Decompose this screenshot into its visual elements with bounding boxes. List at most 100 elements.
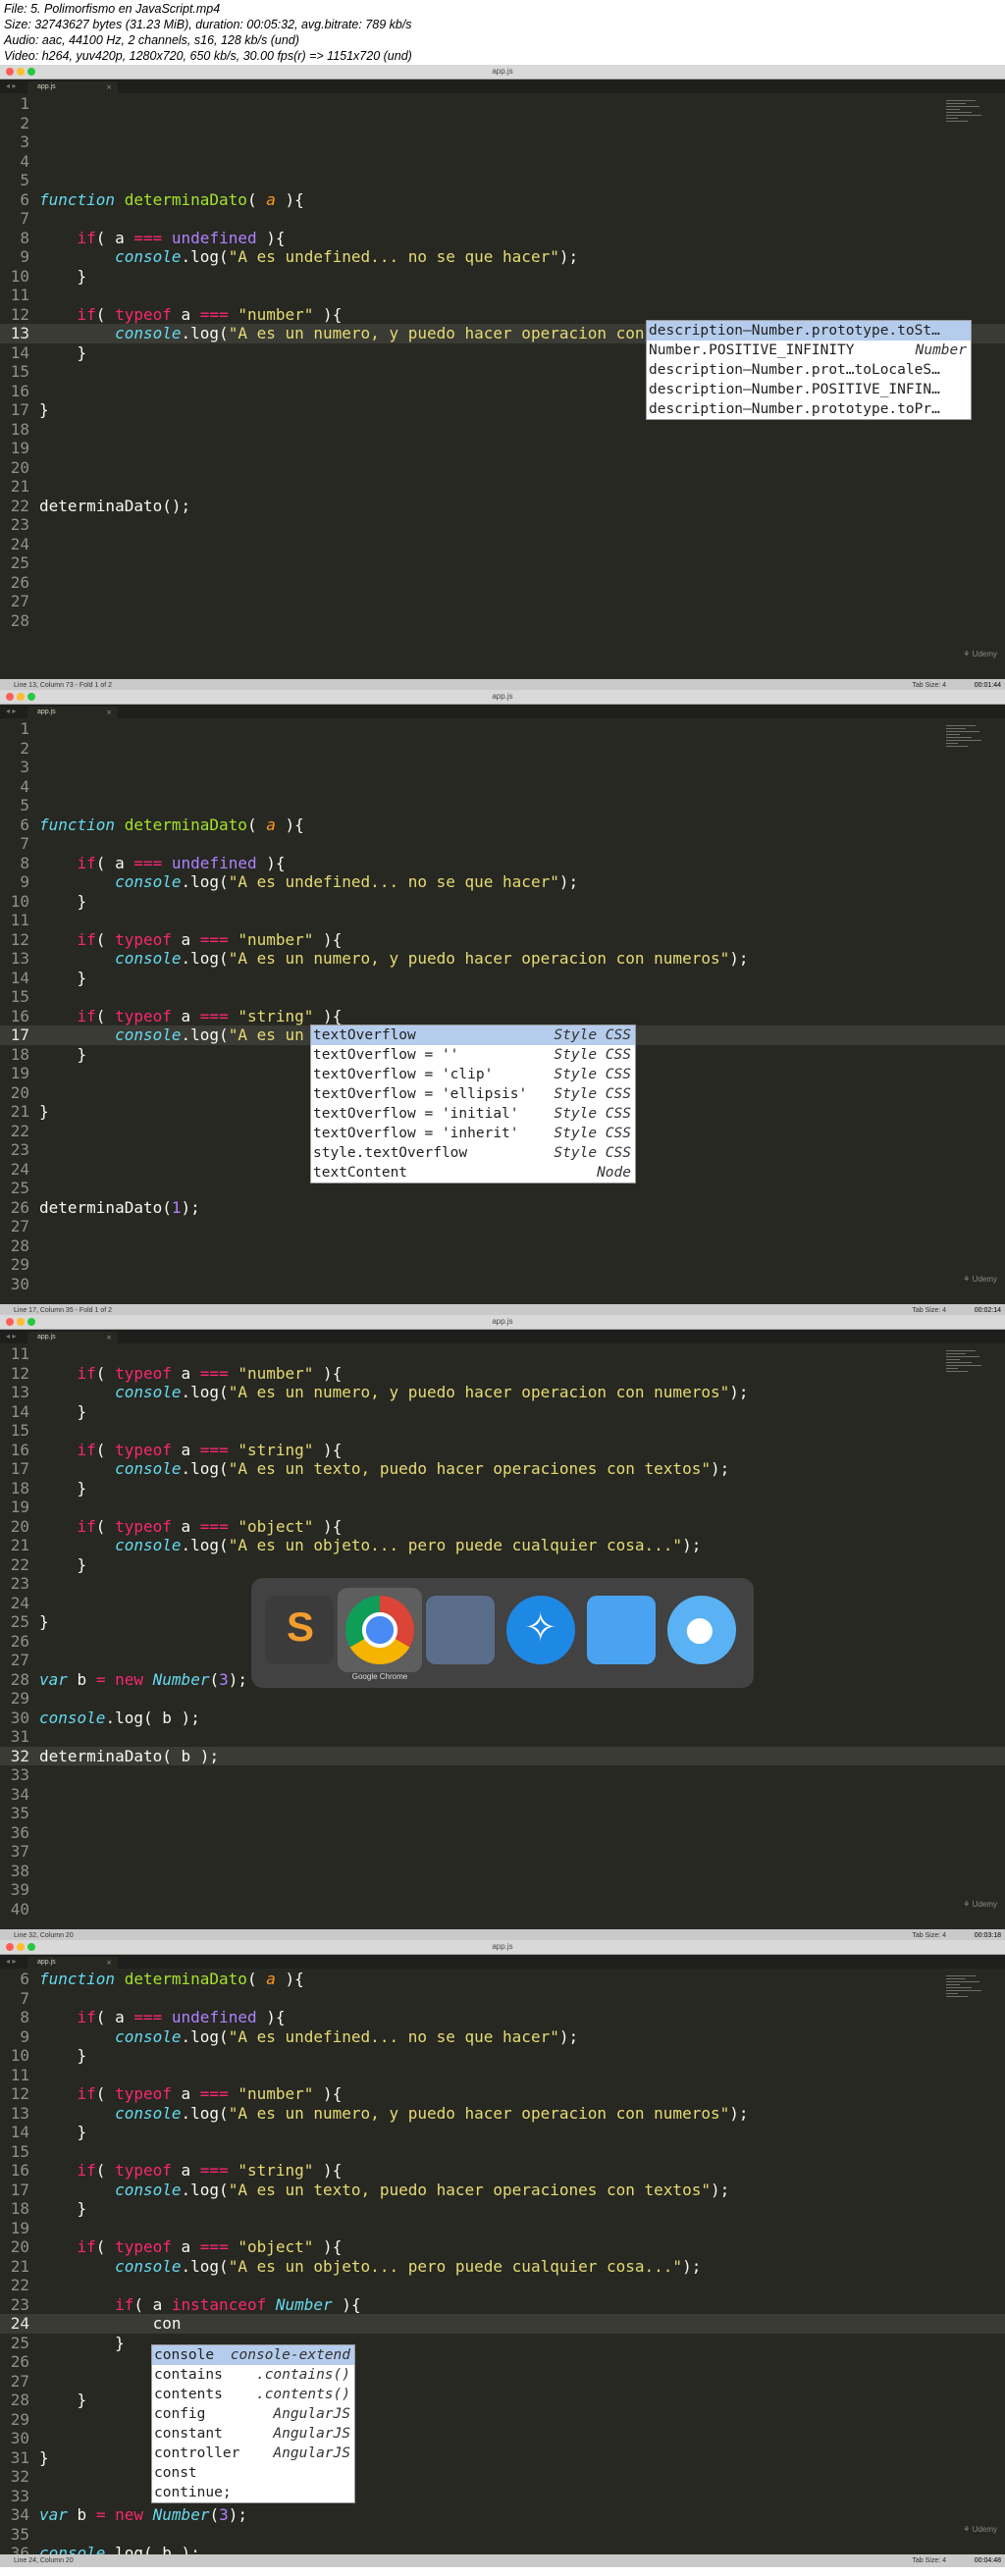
autocomplete-item[interactable]: description—Number.prot…toLocaleS… [647,360,971,380]
autocomplete-item[interactable]: textOverflow = 'ellipsis' Style CSS [311,1084,635,1104]
status-tab-size[interactable]: Tab Size: 4 [912,2554,946,2567]
code-line[interactable]: 33 [0,1765,1005,1785]
safari-icon[interactable]: ✧ [506,1596,575,1664]
code-line[interactable]: 15 [0,987,1005,1007]
code-line[interactable]: 17 console.log("A es un texto, puedo hac… [0,1459,1005,1479]
code-line[interactable]: 24 con [0,2314,1005,2334]
autocomplete-item[interactable]: config AngularJS [152,2404,354,2424]
code-line[interactable]: 35 [0,1804,1005,1823]
tab-close-icon[interactable]: × [106,81,112,93]
tab-app-js[interactable]: app.js × [27,1332,118,1343]
google-chrome-icon[interactable] [345,1596,414,1664]
code-line[interactable]: 22 } [0,1555,1005,1575]
code-line[interactable]: 26 [0,573,1005,593]
code-line[interactable]: 8 if( a === undefined ){ [0,229,1005,248]
autocomplete-item[interactable]: textContent Node [311,1163,635,1183]
autocomplete-item[interactable]: Number.POSITIVE_INFINITY Number [647,341,971,360]
code-line[interactable]: 5 [0,171,1005,190]
code-line[interactable]: 28 [0,1236,1005,1256]
messages-icon[interactable]: ● [667,1596,736,1664]
code-line[interactable]: 21 console.log("A es un objeto... pero p… [0,1536,1005,1555]
code-line[interactable]: 8 if( a === undefined ){ [0,2008,1005,2027]
code-line[interactable]: 11 [0,911,1005,930]
code-line[interactable]: 2 [0,739,1005,759]
code-line[interactable]: 37 [0,1842,1005,1862]
minimap[interactable] [946,725,987,764]
code-line[interactable]: 30 console.log( b ); [0,1709,1005,1728]
code-line[interactable]: 24 [0,535,1005,554]
code-line[interactable]: 34 var b = new Number(3); [0,2505,1005,2525]
code-line[interactable]: 19 [0,2219,1005,2238]
code-line[interactable]: 21 [0,477,1005,497]
code-line[interactable]: 31 [0,1727,1005,1747]
code-line[interactable]: 14 } [0,2123,1005,2142]
autocomplete-popup[interactable]: description—Number.prototype.toSt… Number… [646,320,972,420]
autocomplete-item[interactable]: contains .contains() [152,2365,354,2385]
code-line[interactable]: 12 if( typeof a === "number" ){ [0,930,1005,950]
code-line[interactable]: 16 if( typeof a === "string" ){ [0,1441,1005,1460]
code-line[interactable]: 13 console.log("A es un numero, y puedo … [0,2104,1005,2124]
code-line[interactable]: 6 function determinaDato( a ){ [0,190,1005,210]
autocomplete-item[interactable]: const [152,2463,354,2483]
code-line[interactable]: 36 [0,1823,1005,1843]
code-line[interactable]: 6 function determinaDato( a ){ [0,1970,1005,1989]
code-line[interactable]: 7 [0,209,1005,229]
code-line[interactable]: 11 [0,2066,1005,2085]
tab-app-js[interactable]: app.js × [27,1957,118,1969]
code-line[interactable]: 23 [0,515,1005,535]
code-line[interactable]: 5 [0,796,1005,815]
code-line[interactable]: 21 console.log("A es un objeto... pero p… [0,2257,1005,2277]
tab-nav-arrows-icon[interactable]: ◂ ▸ [6,1330,17,1343]
code-line[interactable]: 10 } [0,2046,1005,2066]
code-line[interactable]: 14 } [0,1402,1005,1422]
code-line[interactable]: 13 console.log("A es un numero, y puedo … [0,1383,1005,1402]
code-line[interactable]: 13 console.log("A es un numero, y puedo … [0,949,1005,969]
code-line[interactable]: 15 [0,1421,1005,1441]
code-line[interactable]: 11 [0,286,1005,305]
app-switcher[interactable]: S ✧ ● Google Chrome [251,1578,754,1688]
code-line[interactable]: 18 [0,420,1005,440]
code-line[interactable]: 20 [0,458,1005,478]
code-line[interactable]: 12 if( typeof a === "number" ){ [0,1364,1005,1384]
code-line[interactable]: 3 [0,132,1005,152]
tab-nav-arrows-icon[interactable]: ◂ ▸ [6,79,17,93]
photo-booth-icon[interactable] [426,1596,495,1664]
code-line[interactable]: 1 [0,719,1005,739]
code-line[interactable]: 7 [0,1989,1005,2009]
autocomplete-item[interactable]: textOverflow = '' Style CSS [311,1045,635,1065]
code-line[interactable]: 9 console.log("A es undefined... no se q… [0,872,1005,892]
code-line[interactable]: 27 [0,592,1005,611]
autocomplete-item[interactable]: contents .contents() [152,2385,354,2404]
autocomplete-popup[interactable]: console console-extend contains .contains()… [151,2344,355,2503]
code-line[interactable]: 23 if( a instanceof Number ){ [0,2295,1005,2315]
code-line[interactable]: 35 [0,2525,1005,2545]
autocomplete-item[interactable]: description—Number.prototype.toSt… [647,321,971,341]
tab-close-icon[interactable]: × [106,1332,112,1343]
tab-close-icon[interactable]: × [106,1957,112,1969]
finder-icon[interactable] [587,1596,656,1664]
code-line[interactable]: 2 [0,114,1005,133]
code-line[interactable]: 18 } [0,2199,1005,2219]
code-line[interactable]: 10 } [0,892,1005,912]
autocomplete-item[interactable]: description—Number.POSITIVE_INFIN… [647,380,971,399]
code-line[interactable]: 15 [0,2142,1005,2162]
autocomplete-item[interactable]: console console-extend [152,2345,354,2365]
tab-app-js[interactable]: app.js × [27,707,118,718]
autocomplete-item[interactable]: controller AngularJS [152,2444,354,2463]
code-line[interactable]: 19 [0,1498,1005,1517]
code-line[interactable]: 39 [0,1880,1005,1900]
code-line[interactable]: 17 console.log("A es un texto, puedo hac… [0,2181,1005,2200]
code-line[interactable]: 3 [0,758,1005,777]
code-line[interactable]: 10 } [0,267,1005,287]
sublime-text-icon[interactable]: S [265,1596,334,1664]
minimap[interactable] [946,100,987,139]
code-line[interactable]: 27 [0,1217,1005,1236]
code-line[interactable]: 22 [0,2276,1005,2295]
code-line[interactable]: 40 [0,1900,1005,1919]
code-line[interactable]: 38 [0,1862,1005,1881]
code-line[interactable]: 25 [0,553,1005,573]
code-line[interactable]: 30 [0,1275,1005,1294]
code-line[interactable]: 14 } [0,969,1005,988]
code-line[interactable]: 34 [0,1785,1005,1805]
autocomplete-item[interactable]: textOverflow Style CSS [311,1025,635,1045]
